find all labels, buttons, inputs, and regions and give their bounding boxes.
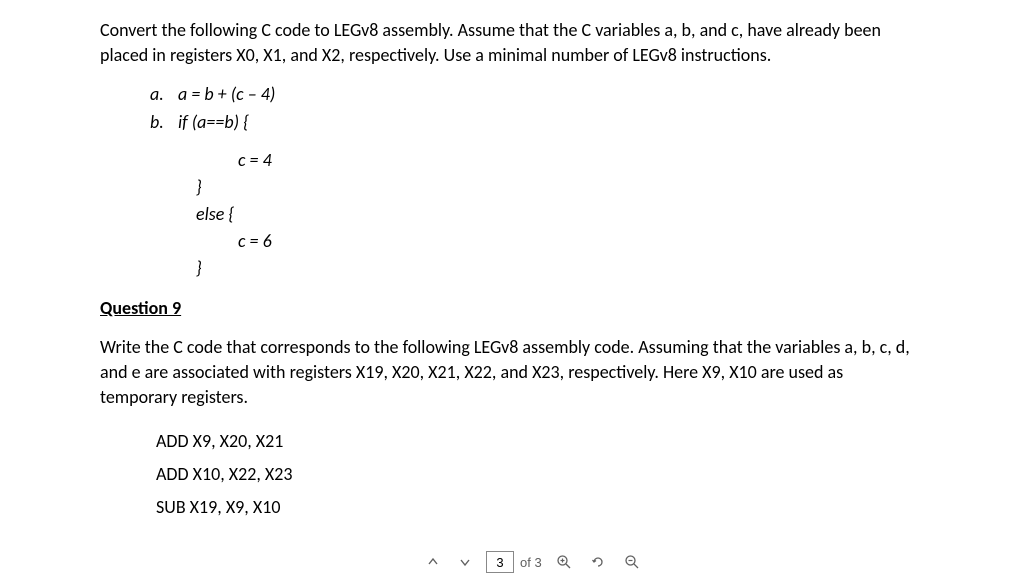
q8-part-b-code: c = 4 } else { c = 6 } [178, 147, 924, 282]
page-total-label: of 3 [520, 555, 542, 570]
asm-line-1: ADD X9, X20, X21 [156, 425, 924, 458]
q8-part-b: b. if (a==b) { [150, 110, 924, 135]
code-line-close2: } [196, 255, 924, 282]
code-line-c6: c = 6 [238, 228, 924, 255]
part-a-code: a = b + (c – 4) [178, 82, 275, 107]
zoom-in-icon[interactable] [552, 552, 576, 572]
code-line-close1: } [196, 174, 924, 201]
part-a-label: a. [150, 82, 178, 107]
rotate-icon[interactable] [586, 552, 610, 572]
asm-line-3: SUB X19, X9, X10 [156, 491, 924, 524]
document-content: Convert the following C code to LEGv8 as… [0, 0, 1024, 524]
code-line-else: else { [196, 201, 924, 228]
q8-part-a: a. a = b + (c – 4) [150, 82, 924, 107]
q9-intro: Write the C code that corresponds to the… [100, 335, 924, 411]
part-b-line1: if (a==b) { [178, 110, 249, 135]
q9-heading: Question 9 [100, 296, 924, 321]
q9-assembly: ADD X9, X20, X21 ADD X10, X22, X23 SUB X… [156, 425, 924, 525]
q8-intro: Convert the following C code to LEGv8 as… [100, 18, 924, 68]
code-line-c4: c = 4 [238, 147, 924, 174]
asm-line-2: ADD X10, X22, X23 [156, 458, 924, 491]
prev-page-icon[interactable] [422, 553, 444, 571]
zoom-out-icon[interactable] [620, 552, 644, 572]
part-b-label: b. [150, 110, 178, 135]
next-page-icon[interactable] [454, 553, 476, 571]
page-number-input[interactable] [486, 551, 514, 573]
pdf-toolbar: of 3 [422, 551, 644, 573]
q8-parts: a. a = b + (c – 4) b. if (a==b) { [150, 82, 924, 134]
